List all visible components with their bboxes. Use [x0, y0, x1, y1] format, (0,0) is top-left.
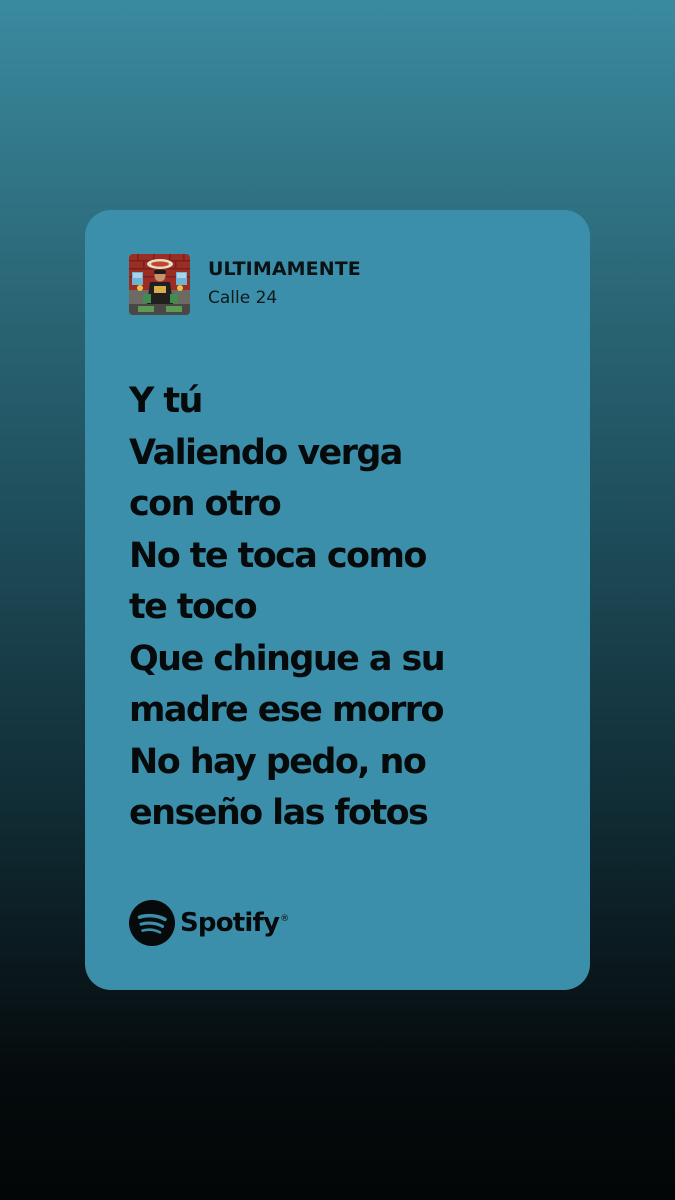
- lyric-line: No hay pedo, no: [129, 741, 427, 782]
- album-cover-image: [129, 254, 190, 315]
- spotify-icon: [129, 900, 175, 946]
- track-title: ULTIMAMENTE: [208, 258, 361, 280]
- lyrics-share-card: ULTIMAMENTE Calle 24 Y tú Valiendo verga…: [85, 210, 590, 990]
- track-artist: Calle 24: [208, 288, 278, 308]
- spotify-brand: Spotify®: [129, 900, 289, 946]
- lyric-line: enseño las fotos: [129, 793, 429, 833]
- lyric-line: Que chingue a su: [129, 638, 446, 679]
- lyric-line: madre ese morro: [129, 690, 445, 730]
- lyric-line: Y tú: [129, 381, 203, 421]
- trademark-symbol: ®: [280, 914, 289, 925]
- lyric-line: con otro: [129, 484, 282, 524]
- lyrics-block: Y tú Valiendo verga con otro No te toca …: [129, 376, 569, 840]
- spotify-wordmark: Spotify®: [180, 908, 289, 938]
- lyric-line: te toco: [129, 587, 258, 627]
- lyric-line: Valiendo verga: [129, 432, 403, 473]
- lyric-line: No te toca como: [129, 535, 427, 576]
